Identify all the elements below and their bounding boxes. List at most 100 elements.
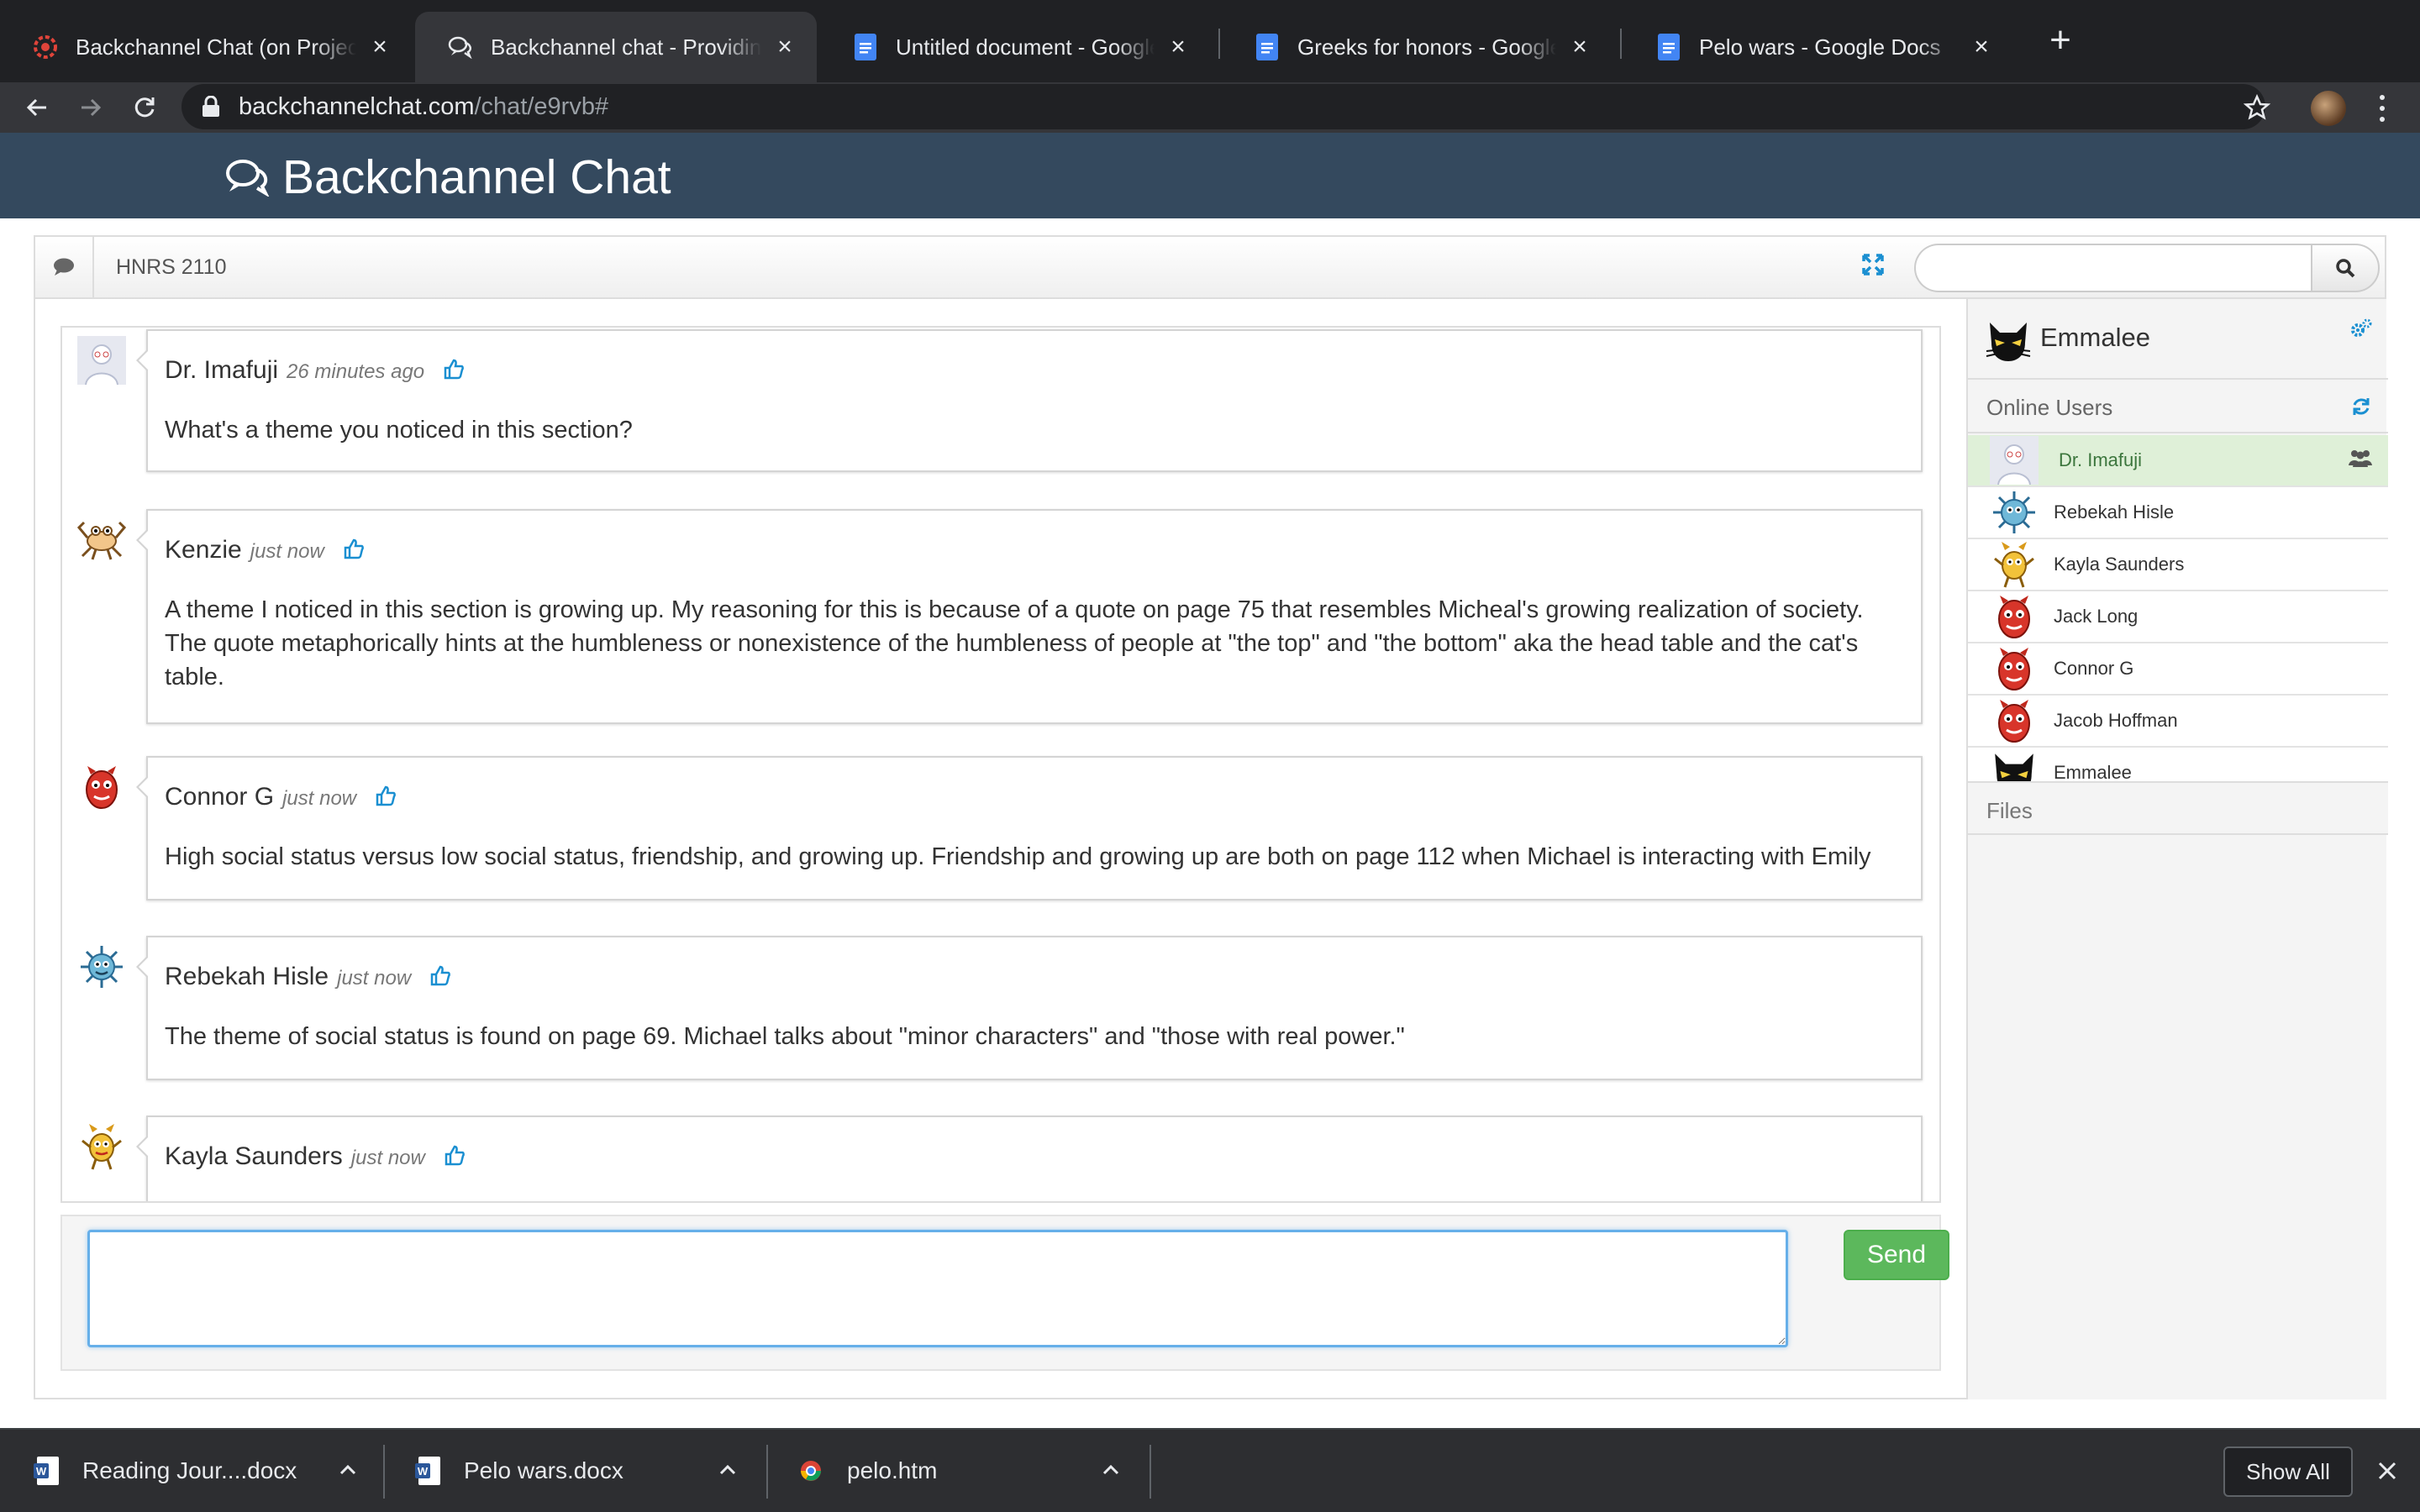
files-section-header[interactable]: Files: [1968, 781, 2388, 835]
refresh-icon[interactable]: [2351, 396, 2371, 417]
browser-tab[interactable]: Backchannel Chat (on Projector) ×: [0, 12, 412, 82]
bookmark-star-icon[interactable]: [2244, 94, 2270, 121]
shelf-divider: [1150, 1445, 1151, 1499]
google-docs-favicon: [852, 34, 879, 60]
tab-title: Greeks for honors - Google Docs: [1297, 34, 1556, 60]
browser-tab[interactable]: Untitled document - Google Docs ×: [820, 12, 1210, 82]
url-path: /chat/e9rvb#: [474, 92, 609, 120]
tab-divider: [1218, 29, 1220, 59]
profile-avatar[interactable]: [2311, 91, 2346, 126]
back-button[interactable]: [17, 87, 57, 128]
message-input[interactable]: [87, 1230, 1788, 1347]
url-host: backchannelchat.com: [239, 92, 475, 120]
chevron-up-icon[interactable]: [1099, 1458, 1123, 1482]
online-user-name: Jack Long: [2054, 606, 2139, 627]
brand-title: Backchannel Chat: [282, 150, 671, 204]
crab-monster-avatar: [77, 521, 126, 560]
tab-title: Pelo wars - Google Docs: [1699, 34, 1941, 60]
online-user-name: Rebekah Hisle: [2054, 501, 2175, 522]
message-text: The theme of social status is found on p…: [165, 1023, 1405, 1050]
close-tab-icon[interactable]: ×: [1970, 33, 1993, 60]
message-time: just now: [337, 967, 412, 990]
message-text: A theme I noticed in this section is gro…: [165, 596, 1864, 690]
tab-divider: [1620, 29, 1622, 59]
fullscreen-icon[interactable]: [1862, 254, 1884, 276]
close-tab-icon[interactable]: ×: [1568, 33, 1591, 60]
svg-text:W: W: [36, 1465, 47, 1478]
download-item[interactable]: W Reading Jour....docx: [34, 1430, 361, 1512]
online-user-name: Jacob Hoffman: [2054, 710, 2178, 731]
word-doc-icon: W: [415, 1457, 440, 1485]
thumbs-up-icon[interactable]: [443, 358, 465, 380]
search-button[interactable]: [2311, 244, 2380, 292]
message-composer: Send: [60, 1215, 1949, 1371]
online-user[interactable]: Jack Long: [1968, 591, 2388, 643]
browser-tab[interactable]: Pelo wars - Google Docs ×: [1623, 12, 2013, 82]
download-item[interactable]: W Pelo wars.docx: [415, 1430, 743, 1512]
word-doc-icon: W: [34, 1457, 59, 1485]
message-author: Rebekah Hisle: [165, 963, 329, 990]
google-docs-favicon: [1254, 34, 1281, 60]
red-monster-avatar: [1998, 596, 2030, 638]
message-list[interactable]: Dr. Imafuji 26 minutes ago What's a them…: [60, 326, 1941, 1203]
message-author: Kayla Saunders: [165, 1142, 343, 1170]
app-header: Backchannel Chat: [0, 133, 2420, 218]
yellow-monster-avatar: [1994, 542, 2034, 588]
online-user[interactable]: Emmalee: [1968, 748, 2388, 781]
thumbs-up-icon[interactable]: [429, 964, 451, 986]
browser-tab-active[interactable]: Backchannel chat - Providing classroom ×: [415, 12, 817, 82]
tab-title: Untitled document - Google Docs: [896, 34, 1155, 60]
chevron-up-icon[interactable]: [336, 1458, 360, 1482]
tab-title: Backchannel chat - Providing classroom: [491, 34, 761, 60]
shelf-divider: [383, 1445, 385, 1499]
online-user[interactable]: Kayla Saunders: [1968, 539, 2388, 591]
browser-menu-icon[interactable]: [2370, 92, 2395, 124]
black-cat-avatar: [1986, 323, 2031, 361]
search-input[interactable]: [1914, 244, 2314, 292]
message-text: What's a theme you noticed in this secti…: [165, 417, 633, 444]
new-tab-button[interactable]: +: [2042, 22, 2079, 60]
download-item[interactable]: pelo.htm: [798, 1430, 1126, 1512]
reload-button[interactable]: [124, 87, 165, 128]
online-users-list[interactable]: Dr. Imafuji Rebekah Hisle Kayla Saunders…: [1968, 435, 2388, 781]
send-button[interactable]: Send: [1844, 1230, 1949, 1280]
message-time: 26 minutes ago: [287, 360, 425, 383]
browser-tab[interactable]: Greeks for honors - Google Docs ×: [1222, 12, 1612, 82]
users-group-icon: [2349, 450, 2372, 467]
online-user-name: Dr. Imafuji: [2059, 449, 2143, 470]
message-bubble: Kenzie just now A theme I noticed in thi…: [136, 509, 1923, 724]
shelf-divider: [766, 1445, 768, 1499]
message-text: High social status versus low social sta…: [165, 843, 1871, 870]
thumbs-up-icon[interactable]: [375, 785, 397, 806]
online-user[interactable]: Rebekah Hisle: [1968, 487, 2388, 539]
url-text: backchannelchat.com/chat/e9rvb#: [239, 93, 608, 121]
comment-icon: [35, 237, 94, 297]
online-users-header: Online Users: [1968, 380, 2388, 433]
current-user: Emmalee: [1968, 299, 2388, 380]
teacher-avatar: [1990, 436, 2039, 485]
close-icon[interactable]: [2376, 1460, 2398, 1482]
online-user[interactable]: Jacob Hoffman: [1968, 696, 2388, 748]
online-user[interactable]: Dr. Imafuji: [1968, 435, 2388, 487]
message-time: just now: [250, 540, 324, 563]
current-user-name: Emmalee: [2040, 323, 2150, 352]
blue-virus-avatar: [1993, 491, 2035, 533]
room-header: HNRS 2110: [35, 237, 2385, 299]
online-user[interactable]: Connor G: [1968, 643, 2388, 696]
close-tab-icon[interactable]: ×: [1166, 33, 1190, 60]
chevron-up-icon[interactable]: [716, 1458, 739, 1482]
online-user-name: Connor G: [2054, 658, 2134, 679]
chat-bubbles-icon: [226, 160, 270, 197]
close-tab-icon[interactable]: ×: [368, 33, 392, 60]
show-all-button[interactable]: Show All: [2223, 1446, 2353, 1497]
online-user-name: Kayla Saunders: [2054, 554, 2185, 575]
thumbs-up-icon[interactable]: [444, 1144, 466, 1166]
brand-link[interactable]: Backchannel Chat: [225, 150, 671, 205]
close-tab-icon[interactable]: ×: [773, 33, 797, 60]
forward-button[interactable]: [71, 87, 111, 128]
thumbs-up-icon[interactable]: [343, 538, 365, 559]
settings-gears-icon[interactable]: [2349, 318, 2373, 339]
black-cat-avatar: [1995, 753, 2033, 781]
message-bubble: Connor G just now High social status ver…: [136, 756, 1923, 900]
address-bar[interactable]: backchannelchat.com/chat/e9rvb#: [182, 84, 2265, 129]
